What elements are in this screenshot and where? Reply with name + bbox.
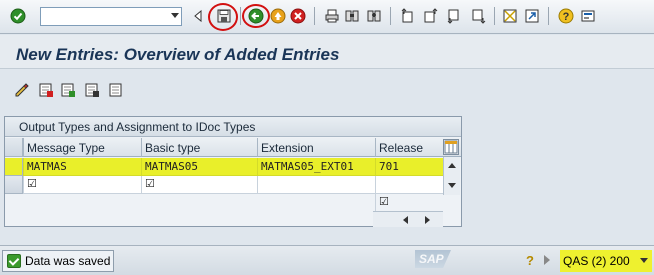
annotation-circle (208, 3, 238, 31)
release-cell[interactable]: 701 (375, 158, 443, 176)
table-control: Output Types and Assignment to IDoc Type… (4, 116, 462, 227)
page-title: New Entries: Overview of Added Entries (16, 45, 340, 64)
extension-cell[interactable]: MATMAS05_EXT01 (257, 158, 375, 176)
print-icon[interactable] (324, 8, 340, 24)
basic-type-cell[interactable]: MATMAS05 (141, 158, 257, 176)
system-info-text: QAS (2) 200 (563, 254, 630, 268)
system-info[interactable]: QAS (2) 200 (560, 250, 652, 272)
key-icon[interactable]: ? (526, 253, 534, 268)
column-header-extension[interactable]: Extension (257, 138, 375, 157)
help-icon[interactable]: ? (558, 8, 574, 24)
command-field[interactable] (40, 7, 182, 26)
copy-as-icon[interactable] (60, 82, 76, 98)
last-page-icon[interactable] (470, 8, 486, 24)
scroll-down-icon[interactable] (448, 183, 456, 188)
find-icon[interactable] (344, 8, 360, 24)
status-message-text: Data was saved (25, 254, 111, 268)
chevron-down-icon[interactable] (640, 258, 648, 263)
table-caption: Output Types and Assignment to IDoc Type… (5, 117, 461, 137)
scroll-right-icon[interactable] (425, 216, 430, 224)
basic-type-cell[interactable]: ☑ (141, 176, 257, 194)
new-session-icon[interactable] (502, 8, 518, 24)
table-header: Message Type Basic type Extension Releas… (5, 138, 461, 157)
exit-icon[interactable] (270, 8, 286, 24)
scroll-left-icon[interactable] (403, 216, 408, 224)
find-next-icon[interactable] (366, 8, 382, 24)
release-cell[interactable]: ☑ (375, 194, 443, 212)
new-entries-icon[interactable] (38, 82, 54, 98)
vertical-scrollbar[interactable] (443, 157, 460, 195)
horizontal-scrollbar[interactable] (373, 211, 443, 227)
table-row[interactable]: ☑ ☑ (5, 176, 461, 194)
next-page-icon[interactable] (446, 8, 462, 24)
work-area: Output Types and Assignment to IDoc Type… (0, 106, 654, 245)
row-selector[interactable] (5, 176, 23, 194)
application-toolbar (0, 70, 654, 106)
back-triangle-icon[interactable] (190, 8, 206, 24)
message-type-cell[interactable]: ☑ (23, 176, 141, 194)
expand-status-icon[interactable] (544, 255, 550, 265)
table-row[interactable]: ☑ (5, 194, 443, 212)
chevron-down-icon[interactable] (171, 13, 179, 18)
row-selector[interactable] (5, 158, 23, 176)
enter-icon[interactable] (10, 8, 26, 24)
table-settings-icon[interactable] (443, 139, 459, 155)
column-header-message-type[interactable]: Message Type (23, 138, 141, 157)
first-page-icon[interactable] (400, 8, 416, 24)
extension-cell[interactable] (257, 176, 375, 194)
standard-toolbar: ? (0, 0, 654, 34)
success-check-icon (7, 254, 21, 268)
column-header-release[interactable]: Release (375, 138, 443, 157)
sap-logo: SAP (415, 250, 451, 268)
undo-change-icon[interactable] (108, 82, 124, 98)
status-bar: Data was saved SAP ? QAS (2) 200 (0, 245, 654, 275)
column-header-basic-type[interactable]: Basic type (141, 138, 257, 157)
select-all-button[interactable] (5, 138, 23, 157)
status-message[interactable]: Data was saved (2, 250, 114, 272)
previous-page-icon[interactable] (422, 8, 438, 24)
cancel-icon[interactable] (290, 8, 306, 24)
delete-icon[interactable] (84, 82, 100, 98)
table-row[interactable]: MATMAS MATMAS05 MATMAS05_EXT01 701 (5, 158, 461, 176)
change-display-icon[interactable] (14, 82, 30, 98)
release-cell[interactable] (375, 176, 443, 194)
shortcut-icon[interactable] (524, 8, 540, 24)
layout-icon[interactable] (580, 8, 596, 24)
annotation-circle (242, 4, 270, 28)
svg-text:?: ? (563, 11, 570, 23)
title-bar: New Entries: Overview of Added Entries (0, 35, 654, 69)
scroll-up-icon[interactable] (448, 163, 456, 168)
message-type-cell[interactable]: MATMAS (23, 158, 141, 176)
